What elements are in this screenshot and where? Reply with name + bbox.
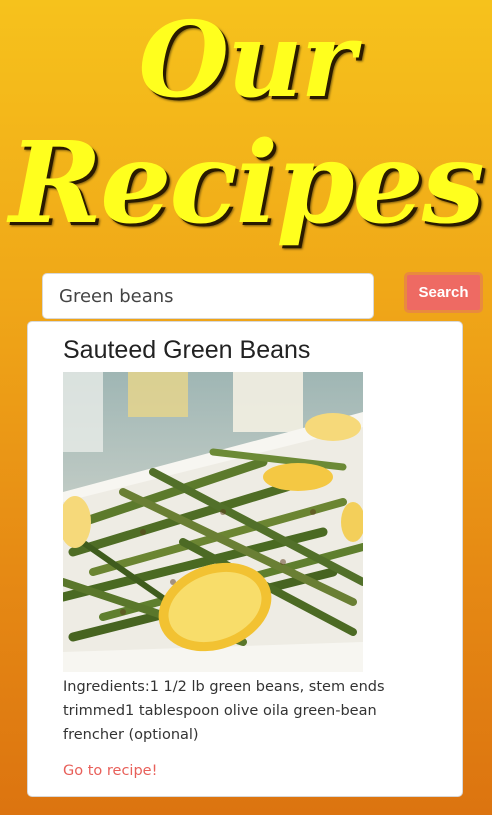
go-to-recipe-link[interactable]: Go to recipe!: [63, 763, 157, 779]
green-beans-photo-icon: [63, 372, 363, 672]
recipe-ingredients: Ingredients:1 1/2 lb green beans, stem e…: [63, 679, 385, 743]
search-button[interactable]: Search: [404, 272, 483, 313]
page-title-line-2: Recipes: [9, 118, 485, 249]
recipe-image: [63, 372, 363, 672]
search-input[interactable]: [42, 273, 374, 319]
recipe-card: Sauteed Green Beans Ingredients:1 1/2 lb…: [27, 321, 463, 797]
recipe-title: Sauteed Green Beans: [63, 336, 311, 364]
page-title-line-1: Our: [138, 0, 356, 121]
